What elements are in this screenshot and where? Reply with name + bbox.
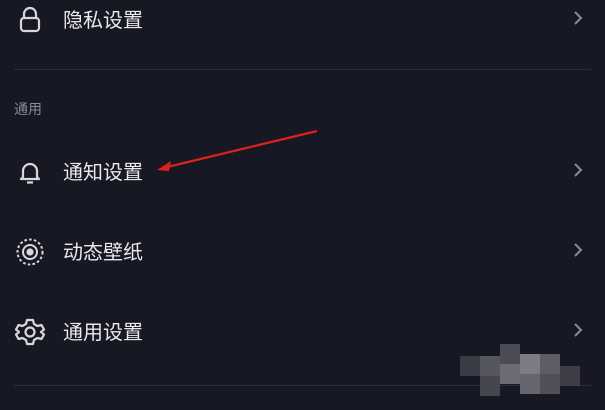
watermark-mosaic — [450, 344, 580, 404]
section-header-general: 通用 — [14, 102, 42, 118]
lock-icon — [14, 3, 46, 35]
settings-screen: 隐私设置 通用 通知设置 动态壁纸 通用设置 — [0, 0, 605, 410]
chevron-right-icon — [569, 319, 587, 341]
notification-settings-row[interactable]: 通知设置 — [0, 144, 605, 200]
chevron-right-icon — [569, 159, 587, 181]
chevron-right-icon — [569, 7, 587, 29]
chevron-right-icon — [569, 239, 587, 261]
privacy-settings-row[interactable]: 隐私设置 — [0, 0, 605, 46]
live-wallpaper-label: 动态壁纸 — [63, 240, 143, 264]
general-settings-label: 通用设置 — [63, 320, 143, 344]
wallpaper-icon — [14, 236, 46, 268]
notification-settings-label: 通知设置 — [63, 160, 143, 184]
divider — [14, 69, 591, 70]
bell-icon — [14, 156, 46, 188]
gear-icon — [14, 316, 46, 348]
privacy-settings-label: 隐私设置 — [63, 8, 143, 32]
live-wallpaper-row[interactable]: 动态壁纸 — [0, 224, 605, 280]
